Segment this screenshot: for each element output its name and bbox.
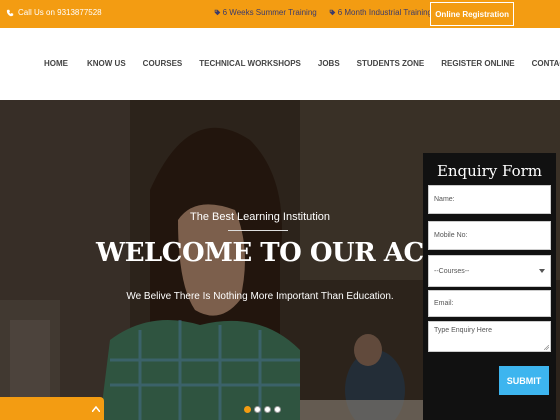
phone-icon [6, 9, 14, 16]
resize-handle-icon[interactable] [544, 345, 549, 350]
name-field[interactable]: Name: [428, 185, 551, 214]
courses-select[interactable]: --Courses-- [428, 255, 551, 287]
phone-contact: Call Us on 9313877528 [6, 8, 102, 17]
top-links: 6 Weeks Summer Training 6 Month Industri… [214, 8, 432, 17]
enquiry-form: Enquiry Form Name: Mobile No: --Courses-… [423, 153, 556, 420]
nav-item-technical-workshops[interactable]: TECHNICAL WORKSHOPS [199, 59, 301, 68]
chevron-up-icon [92, 406, 100, 412]
nav-item-know-us[interactable]: KNOW US [87, 59, 126, 68]
submit-button[interactable]: SUBMIT [499, 366, 549, 395]
nav-item-jobs[interactable]: JOBS [318, 59, 340, 68]
slider-dot-2[interactable] [254, 406, 261, 413]
industrial-training-label: 6 Month Industrial Training [337, 8, 432, 17]
courses-select-value: --Courses-- [434, 267, 470, 275]
nav-item-contact-us[interactable]: CONTACT US [532, 59, 560, 68]
top-bar: Call Us on 9313877528 6 Weeks Summer Tra… [0, 0, 560, 28]
hero-divider [228, 230, 288, 231]
slider-dot-1[interactable] [244, 406, 251, 413]
online-registration-button[interactable]: Online Registration [430, 2, 514, 26]
tag-icon [214, 9, 220, 16]
hero-title: WELCOME TO OUR ACADEMY [96, 238, 532, 268]
nav-item-students-zone[interactable]: STUDENTS ZONE [357, 59, 425, 68]
nav-item-home[interactable]: HOME [44, 59, 68, 68]
enquiry-textarea-placeholder: Type Enquiry Here [434, 327, 492, 334]
nav-item-courses[interactable]: COURSES [143, 59, 183, 68]
enquiry-textarea[interactable]: Type Enquiry Here [428, 321, 551, 352]
summer-training-label: 6 Weeks Summer Training [222, 8, 317, 17]
chat-tab[interactable] [0, 397, 104, 420]
summer-training-link[interactable]: 6 Weeks Summer Training [214, 8, 317, 17]
email-field[interactable]: Email: [428, 290, 551, 317]
main-navbar: HOME KNOW US COURSES TECHNICAL WORKSHOPS… [0, 28, 560, 100]
slider-dots [244, 406, 281, 413]
mobile-field[interactable]: Mobile No: [428, 221, 551, 250]
slider-dot-3[interactable] [264, 406, 271, 413]
phone-text: Call Us on 9313877528 [18, 8, 102, 17]
slider-dot-4[interactable] [274, 406, 281, 413]
nav-menu: HOME KNOW US COURSES TECHNICAL WORKSHOPS… [44, 59, 560, 68]
nav-item-register-online[interactable]: REGISTER ONLINE [441, 59, 514, 68]
tag-icon [329, 9, 336, 16]
chevron-down-icon [539, 269, 545, 273]
enquiry-form-title: Enquiry Form [436, 162, 543, 180]
industrial-training-link[interactable]: 6 Month Industrial Training [329, 8, 432, 17]
